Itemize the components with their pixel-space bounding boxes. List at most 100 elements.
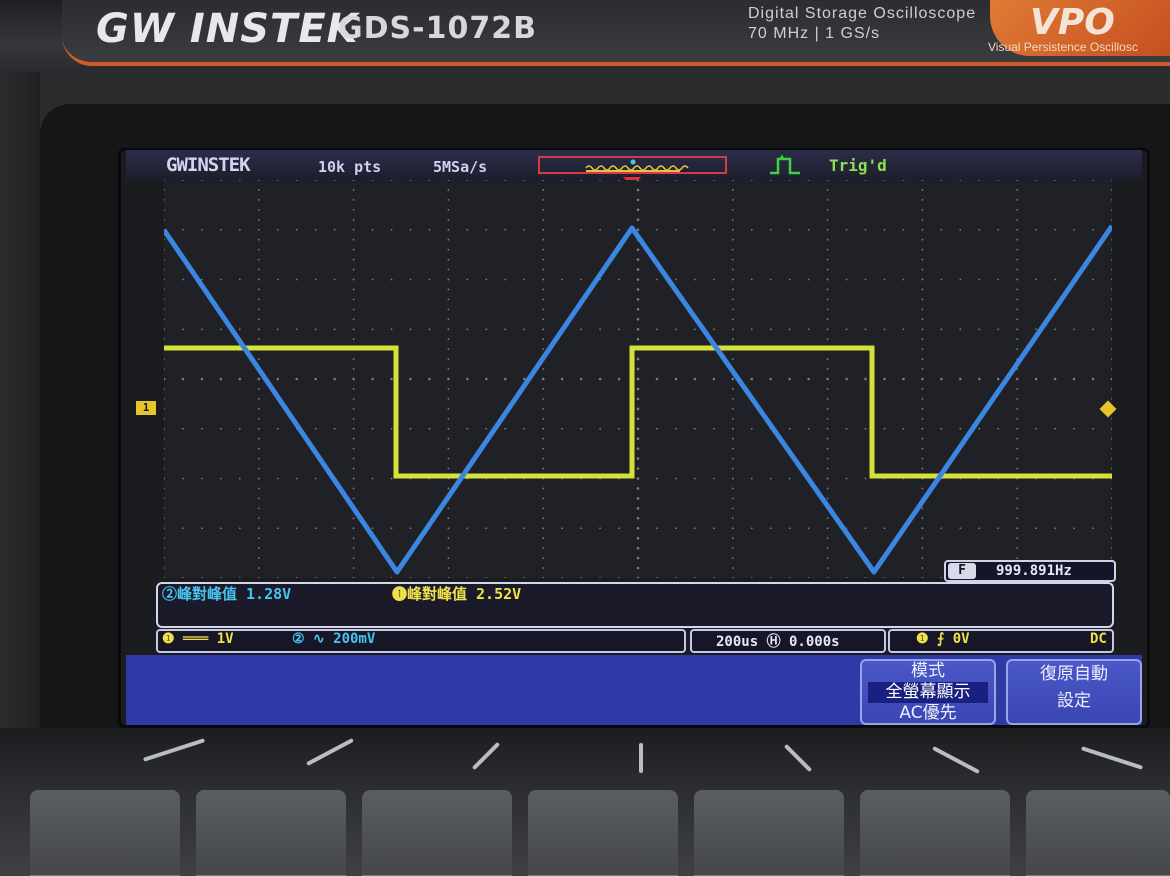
hw-softkey-6[interactable] [860,790,1010,876]
grid-dot [921,507,924,510]
grid-dot [580,427,583,430]
grid-dot [826,238,829,241]
grid-dot [219,427,222,430]
grid-dot [788,377,791,381]
grid-dot [656,278,658,281]
grid-dot [352,377,355,381]
grid-dot [164,308,165,311]
grid-dot [542,517,545,520]
grid-dot [164,238,165,241]
grid-dot [276,527,279,530]
grid-dot [371,527,374,530]
restore-autoset-line2: 設定 [1057,691,1091,711]
grid-dot [371,278,374,281]
rising-edge-icon [770,154,800,175]
grid-dot [447,388,450,390]
grid-dot [731,407,734,410]
hw-softkey-2[interactable] [196,790,346,876]
grid-dot [447,467,450,470]
grid-dot [656,427,658,430]
grid-dot [637,328,639,331]
grid-dot [164,497,165,500]
grid-dot [826,487,829,490]
grid-dot [1054,180,1057,181]
grid-dot [352,278,355,281]
grid-dot [769,377,773,381]
grid-dot [845,377,848,381]
hw-softkey-7[interactable] [1026,790,1170,876]
waveform-graticule [164,180,1112,578]
grid-dot [352,308,355,311]
hw-softkey-5[interactable] [694,790,844,876]
grid-dot [788,427,791,430]
grid-dot [447,180,450,181]
grid-dot [826,398,829,400]
grid-dot [352,189,355,191]
grid-dot [731,338,734,341]
grid-dot [164,567,165,569]
grid-dot [504,180,507,181]
grid-dot [1016,487,1019,490]
grid-dot [542,268,545,271]
grid-dot [542,557,545,559]
grid-dot [921,348,924,351]
grid-dot [485,577,488,578]
grid-dot [200,377,204,381]
grid-dot [636,318,640,321]
grid-dot [295,477,298,480]
grid-dot [352,557,355,559]
grid-dot [523,577,526,578]
grid-dot [750,180,753,181]
grid-dot [1016,288,1019,291]
hw-softkey-4[interactable] [528,790,678,876]
ch2-scale: ② ∿ 200mV [292,631,376,647]
grid-dot [1054,427,1057,430]
grid-dot [352,228,355,231]
grid-dot [541,377,545,381]
grid-dot [636,248,640,251]
hw-softkey-3[interactable] [362,790,512,876]
restore-autoset-softkey[interactable]: 復原自動 設定 [1006,659,1142,725]
grid-dot [447,507,450,510]
grid-dot [542,248,545,251]
grid-dot [314,527,317,530]
grid-dot [940,180,943,181]
grid-dot [750,278,753,281]
grid-dot [352,388,355,390]
ch2-peak-to-peak: ②峰對峰值 1.28V [162,585,292,603]
grid-dot [1111,180,1112,181]
grid-dot [731,199,734,201]
grid-dot [1016,388,1019,390]
mode-title: 模式 [911,661,945,681]
grid-dot [769,228,772,231]
grid-dot [352,547,355,550]
grid-dot [447,358,450,360]
grid-dot [921,487,924,490]
grid-dot [788,577,791,578]
grid-dot [447,487,450,490]
grid-dot [921,398,924,400]
grid-dot [542,567,545,569]
hw-softkey-1[interactable] [30,790,180,876]
grid-dot [352,368,355,370]
grid-dot [201,577,203,578]
mode-softkey[interactable]: 模式 全螢幕顯示 AC優先 [860,659,996,725]
grid-dot [636,407,640,411]
grid-dot [636,208,640,212]
grid-dot [826,358,829,360]
grid-dot [560,377,564,381]
grid-dot [447,527,450,530]
grid-dot [731,567,734,569]
grid-dot [352,477,355,480]
grid-dot [466,328,469,331]
grid-dot [1016,318,1019,321]
grid-dot [164,457,165,460]
grid-dot [921,338,924,341]
grid-dot [731,497,734,500]
grid-dot [447,377,450,381]
grid-dot [1035,228,1038,231]
grid-dot [997,180,1000,181]
grid-dot [314,328,317,331]
grid-dot [636,447,640,450]
grid-dot [712,228,715,231]
